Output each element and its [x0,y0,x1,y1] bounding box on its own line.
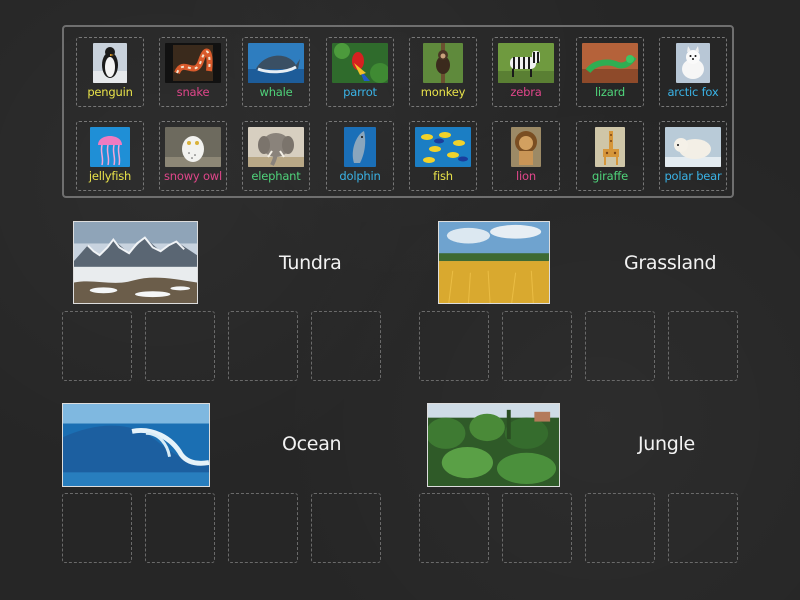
drop-slot-grassland[interactable] [668,311,738,381]
card-fish[interactable]: fish [409,121,477,191]
drop-slot-tundra[interactable] [228,311,298,381]
card-label: giraffe [591,169,629,183]
card-label: snake [176,85,210,99]
card-snowy-owl[interactable]: snowy owl [159,121,227,191]
card-label: monkey [420,85,466,99]
snowy-owl-photo [165,127,221,167]
card-penguin[interactable]: penguin [76,37,144,107]
drop-slot-tundra[interactable] [145,311,215,381]
card-label: lion [516,169,536,183]
drop-slot-grassland[interactable] [502,311,572,381]
card-label: snowy owl [163,169,223,183]
card-bank: penguin snake whale parrot monkey zebra … [62,25,734,198]
card-lizard[interactable]: lizard [576,37,644,107]
card-lion[interactable]: lion [492,121,560,191]
snake-photo [165,43,221,83]
parrot-photo [332,43,388,83]
polar-bear-photo [665,127,721,167]
drop-slot-grassland[interactable] [419,311,489,381]
card-monkey[interactable]: monkey [409,37,477,107]
drop-slot-ocean[interactable] [145,493,215,563]
elephant-photo [248,127,304,167]
drop-slot-ocean[interactable] [62,493,132,563]
card-jellyfish[interactable]: jellyfish [76,121,144,191]
category-title-grassland: Grassland [624,252,717,274]
whale-photo [248,43,304,83]
drop-slot-grassland[interactable] [585,311,655,381]
category-title-jungle: Jungle [638,433,695,455]
card-label: polar bear [664,169,722,183]
card-zebra[interactable]: zebra [492,37,560,107]
drop-slot-tundra[interactable] [62,311,132,381]
drop-slot-jungle[interactable] [419,493,489,563]
zebra-photo [498,43,554,83]
card-label: lizard [594,85,626,99]
card-dolphin[interactable]: dolphin [326,121,394,191]
drop-slot-ocean[interactable] [311,493,381,563]
tundra-photo [73,221,198,304]
drop-slot-jungle[interactable] [668,493,738,563]
card-label: whale [259,85,293,99]
card-label: parrot [343,85,377,99]
card-label: zebra [510,85,542,99]
card-label: elephant [251,169,301,183]
drop-slot-jungle[interactable] [502,493,572,563]
giraffe-photo [595,127,625,167]
lion-photo [511,127,541,167]
drop-slot-jungle[interactable] [585,493,655,563]
lizard-photo [582,43,638,83]
drop-slot-ocean[interactable] [228,493,298,563]
card-snake[interactable]: snake [159,37,227,107]
card-giraffe[interactable]: giraffe [576,121,644,191]
jellyfish-photo [90,127,130,167]
card-parrot[interactable]: parrot [326,37,394,107]
card-arctic-fox[interactable]: arctic fox [659,37,727,107]
card-label: fish [433,169,453,183]
fish-photo [415,127,471,167]
card-polar-bear[interactable]: polar bear [659,121,727,191]
penguin-photo [93,43,127,83]
card-label: penguin [87,85,133,99]
ocean-photo [62,403,210,487]
drop-slot-tundra[interactable] [311,311,381,381]
monkey-photo [423,43,463,83]
card-label: jellyfish [88,169,132,183]
grassland-photo [438,221,550,304]
card-elephant[interactable]: elephant [242,121,310,191]
category-title-tundra: Tundra [279,252,342,274]
jungle-photo [427,403,560,487]
card-label: arctic fox [667,85,719,99]
dolphin-photo [344,127,376,167]
arctic-fox-photo [676,43,710,83]
card-whale[interactable]: whale [242,37,310,107]
category-title-ocean: Ocean [282,433,342,455]
card-label: dolphin [339,169,381,183]
